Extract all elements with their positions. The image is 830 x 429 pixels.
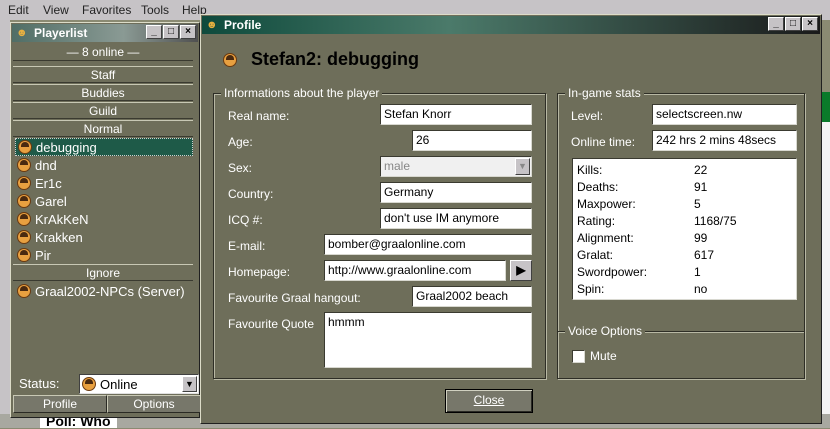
- info-group-label: Informations about the player: [221, 86, 383, 100]
- stats-list[interactable]: Kills: 22 Deaths: 91 Maxpower: 5 Rating: 116…: [572, 158, 797, 300]
- minimize-button[interactable]: _: [146, 25, 162, 39]
- email-label: E-mail:: [228, 239, 266, 253]
- graal-head-icon: ☻: [206, 19, 218, 31]
- profile-button[interactable]: Profile: [13, 395, 107, 413]
- quote-label: Favourite Quote: [228, 317, 315, 331]
- player-list-item[interactable]: Garel: [15, 192, 193, 210]
- hangout-label: Favourite Graal hangout:: [228, 291, 361, 305]
- profile-title: Profile: [224, 18, 262, 32]
- age-field[interactable]: 26: [412, 130, 532, 151]
- online-count: — 8 online —: [13, 44, 193, 61]
- status-label: Status:: [19, 376, 60, 391]
- stat-value: 1168/75: [694, 214, 737, 228]
- stat-name: Kills:: [577, 163, 603, 177]
- voice-group-label: Voice Options: [565, 324, 646, 338]
- level-field[interactable]: selectscreen.nw: [652, 104, 797, 125]
- homepage-field[interactable]: http://www.graalonline.com: [324, 260, 506, 281]
- online-time-field[interactable]: 242 hrs 2 mins 48secs: [652, 130, 797, 151]
- profile-titlebar[interactable]: ☻ Profile _ □ ×: [202, 16, 820, 34]
- ingame-group-label: In-game stats: [565, 86, 644, 100]
- mute-checkbox[interactable]: [572, 350, 585, 363]
- stat-value: no: [694, 282, 708, 296]
- stat-name: Spin:: [577, 282, 605, 296]
- stat-value: 91: [694, 180, 708, 194]
- player-head-icon: [17, 230, 31, 244]
- close-button[interactable]: Close: [445, 389, 533, 413]
- country-field[interactable]: Germany: [380, 182, 532, 203]
- mute-label: Mute: [590, 349, 617, 363]
- stat-value: 99: [694, 231, 708, 245]
- graal-head-icon: ☻: [16, 27, 28, 39]
- status-head-icon: [82, 377, 96, 391]
- player-head-icon: [17, 212, 31, 226]
- homepage-label: Homepage:: [228, 265, 291, 279]
- real-name-label: Real name:: [228, 109, 290, 123]
- sex-label: Sex:: [228, 161, 253, 175]
- hangout-field[interactable]: Graal2002 beach: [412, 286, 532, 307]
- maximize-button[interactable]: □: [785, 17, 801, 31]
- player-head-icon: [17, 194, 31, 208]
- player-head-icon: [18, 140, 32, 154]
- stat-name: Alignment:: [577, 231, 634, 245]
- options-button[interactable]: Options: [107, 395, 201, 413]
- maximize-button[interactable]: □: [163, 25, 179, 39]
- player-list-item[interactable]: debugging: [15, 138, 193, 156]
- online-time-label: Online time:: [571, 135, 636, 149]
- player-list-item[interactable]: Pir: [15, 246, 193, 264]
- section-buddies[interactable]: Buddies: [13, 84, 193, 101]
- stat-name: Maxpower:: [577, 197, 636, 211]
- player-head-icon: [17, 284, 31, 298]
- close-icon[interactable]: ×: [180, 25, 196, 39]
- quote-textarea[interactable]: hmmm: [324, 312, 532, 368]
- background-green-strip: [822, 92, 830, 122]
- stat-name: Deaths:: [577, 180, 619, 194]
- playerlist-titlebar[interactable]: ☻ Playerlist _ □ ×: [12, 24, 198, 42]
- section-normal[interactable]: Normal: [13, 120, 193, 137]
- player-list-item[interactable]: Krakken: [15, 228, 193, 246]
- level-label: Level:: [571, 109, 604, 123]
- player-head-icon: [223, 53, 237, 67]
- player-head-icon: [17, 158, 31, 172]
- stat-value: 617: [694, 248, 715, 262]
- player-list-item[interactable]: KrAkKeN: [15, 210, 193, 228]
- playerlist-title: Playerlist: [34, 26, 88, 40]
- age-label: Age:: [228, 135, 253, 149]
- stat-value: 5: [694, 197, 701, 211]
- icq-label: ICQ #:: [228, 213, 263, 227]
- chevron-down-icon[interactable]: ▼: [515, 158, 530, 175]
- stat-name: Swordpower:: [577, 265, 648, 279]
- stat-name: Gralat:: [577, 248, 614, 262]
- player-head-icon: [17, 248, 31, 262]
- background-left-strip: [0, 20, 10, 428]
- minimize-button[interactable]: _: [768, 17, 784, 31]
- menu-favorites[interactable]: Favorites: [82, 3, 131, 17]
- menu-edit[interactable]: Edit: [8, 3, 29, 17]
- sex-select[interactable]: male ▼: [380, 156, 532, 177]
- email-field[interactable]: bomber@graalonline.com: [324, 234, 532, 255]
- player-list-item[interactable]: Er1c: [15, 174, 193, 192]
- profile-window: ☻ Profile _ □ × Stefan2: debugging Infor…: [200, 14, 822, 424]
- country-label: Country:: [228, 187, 274, 201]
- playerlist-window: ☻ Playerlist _ □ × — 8 online — Staff Bu…: [10, 22, 201, 418]
- menu-view[interactable]: View: [43, 3, 69, 17]
- background-right-strip: [822, 122, 830, 428]
- menu-tools[interactable]: Tools: [141, 3, 169, 17]
- player-head-icon: [17, 176, 31, 190]
- player-list-item[interactable]: dnd: [15, 156, 193, 174]
- icq-field[interactable]: don't use IM anymore: [380, 208, 532, 229]
- real-name-field[interactable]: Stefan Knorr: [380, 104, 532, 125]
- stat-name: Rating:: [577, 214, 616, 228]
- profile-heading: Stefan2: debugging: [251, 49, 419, 69]
- section-ignore[interactable]: Ignore: [13, 264, 193, 281]
- section-staff[interactable]: Staff: [13, 66, 193, 83]
- stat-value: 1: [694, 265, 701, 279]
- status-select[interactable]: Online ▼: [79, 374, 199, 394]
- open-homepage-button[interactable]: ▶: [510, 260, 532, 281]
- stat-value: 22: [694, 163, 708, 177]
- chevron-down-icon[interactable]: ▼: [182, 376, 197, 392]
- close-icon[interactable]: ×: [802, 17, 818, 31]
- player-list-item[interactable]: Graal2002-NPCs (Server): [15, 282, 193, 300]
- section-guild[interactable]: Guild: [13, 102, 193, 119]
